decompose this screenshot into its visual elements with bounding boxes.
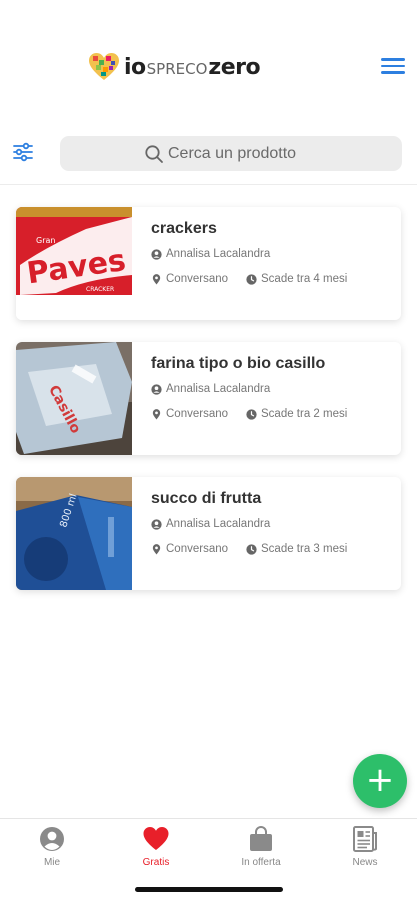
- product-location-text: Conversano: [166, 273, 229, 285]
- search-bar[interactable]: [60, 136, 402, 171]
- shopping-bag-icon: [250, 826, 272, 851]
- tab-label-mie: Mie: [43, 857, 61, 868]
- product-user: Annalisa Lacalandra: [151, 248, 270, 260]
- product-card[interactable]: Paves Gran CRACKER crackers Annalisa Lac…: [16, 207, 401, 320]
- search-icon: [145, 144, 163, 163]
- user-icon: [151, 383, 162, 395]
- home-indicator: [135, 887, 283, 892]
- user-circle-icon: [40, 827, 64, 851]
- tab-gratis[interactable]: Gratis: [116, 825, 196, 868]
- product-expiry: Scade tra 3 mesi: [246, 543, 347, 555]
- tab-label-gratis: Gratis: [142, 857, 170, 868]
- product-title: farina tipo o bio casillo: [151, 355, 326, 372]
- product-image-succo: 800 ml: [16, 477, 132, 590]
- location-pin-icon: [152, 273, 161, 285]
- product-user-name: Annalisa Lacalandra: [166, 248, 271, 260]
- logo-prefix: io: [124, 54, 146, 80]
- user-icon: [151, 518, 162, 530]
- header-divider: [0, 184, 417, 185]
- product-image-farina: Casillo: [16, 342, 132, 455]
- product-user-name: Annalisa Lacalandra: [166, 383, 271, 395]
- product-card[interactable]: 800 ml succo di frutta Annalisa Lacaland…: [16, 477, 401, 590]
- tab-mie[interactable]: Mie: [12, 825, 92, 868]
- filter-sliders-icon[interactable]: [12, 141, 34, 163]
- product-image-crackers: Paves Gran CRACKER: [16, 207, 132, 320]
- product-expiry-text: Scade tra 2 mesi: [261, 408, 348, 420]
- product-card[interactable]: Casillo farina tipo o bio casillo Annali…: [16, 342, 401, 455]
- tab-label-news: News: [352, 857, 378, 868]
- product-location-text: Conversano: [166, 543, 229, 555]
- app-logo: io SPRECO zero: [88, 52, 261, 82]
- tab-label-in-offerta: In offerta: [241, 857, 281, 868]
- plus-icon: +: [365, 759, 395, 800]
- tab-news[interactable]: News: [325, 825, 405, 868]
- svg-text:Gran: Gran: [36, 236, 55, 245]
- product-user: Annalisa Lacalandra: [151, 518, 270, 530]
- logo-mid: SPRECO: [146, 59, 208, 78]
- product-location: Conversano: [151, 273, 228, 285]
- heart-icon: [143, 827, 169, 850]
- product-location: Conversano: [151, 543, 228, 555]
- clock-icon: [246, 273, 257, 285]
- tab-in-offerta[interactable]: In offerta: [221, 825, 301, 868]
- product-expiry-text: Scade tra 3 mesi: [261, 543, 348, 555]
- clock-icon: [246, 408, 257, 420]
- newspaper-icon: [353, 826, 377, 852]
- product-expiry: Scade tra 2 mesi: [246, 408, 347, 420]
- product-location: Conversano: [151, 408, 228, 420]
- product-user: Annalisa Lacalandra: [151, 383, 270, 395]
- product-expiry: Scade tra 4 mesi: [246, 273, 347, 285]
- location-pin-icon: [152, 543, 161, 555]
- search-input[interactable]: [168, 144, 318, 163]
- app-header: io SPRECO zero: [0, 0, 417, 120]
- user-icon: [151, 248, 162, 260]
- product-title: succo di frutta: [151, 490, 262, 507]
- product-title: crackers: [151, 220, 217, 237]
- logo-text: io SPRECO zero: [124, 54, 261, 80]
- svg-text:CRACKER: CRACKER: [86, 286, 114, 293]
- product-expiry-text: Scade tra 4 mesi: [261, 273, 348, 285]
- product-user-name: Annalisa Lacalandra: [166, 518, 271, 530]
- location-pin-icon: [152, 408, 161, 420]
- logo-heart-icon: [89, 53, 119, 80]
- add-product-button[interactable]: +: [353, 754, 407, 808]
- hamburger-menu-icon[interactable]: [381, 58, 405, 76]
- clock-icon: [246, 543, 257, 555]
- logo-suffix: zero: [208, 54, 261, 80]
- product-location-text: Conversano: [166, 408, 229, 420]
